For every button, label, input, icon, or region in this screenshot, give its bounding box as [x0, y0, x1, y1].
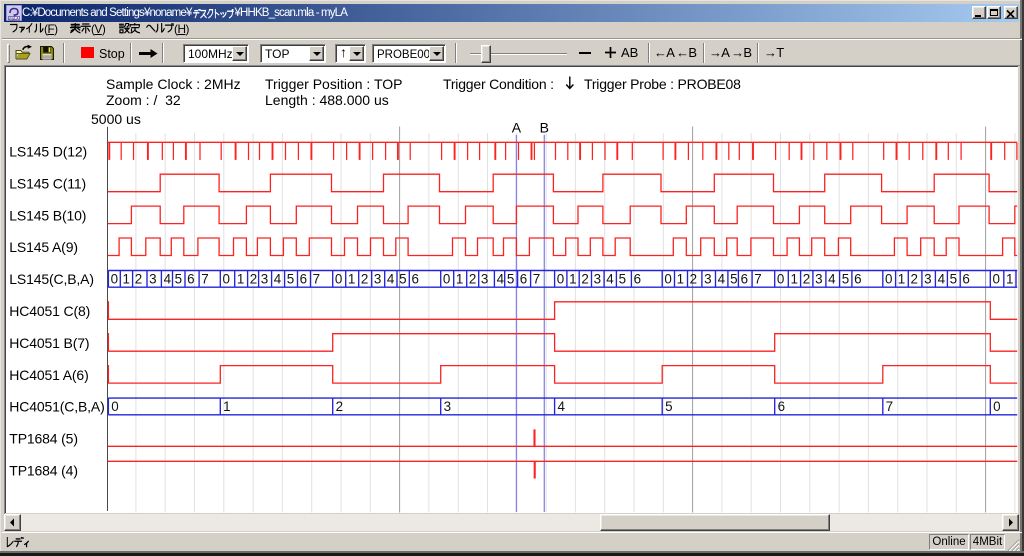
svg-text:3: 3 [815, 272, 822, 287]
svg-text:7: 7 [313, 272, 320, 287]
svg-text:6: 6 [411, 272, 418, 287]
svg-text:0: 0 [993, 399, 1000, 414]
svg-text:0: 0 [111, 272, 118, 287]
svg-text:5: 5 [287, 272, 294, 287]
svg-text:3: 3 [444, 399, 451, 414]
svg-text:TP1684 (5): TP1684 (5) [9, 431, 78, 447]
svg-text:5: 5 [619, 272, 626, 287]
svg-text:6: 6 [778, 399, 785, 414]
svg-text:3: 3 [924, 272, 931, 287]
svg-text:4: 4 [557, 399, 565, 414]
svg-text:3: 3 [374, 272, 381, 287]
svg-text:2: 2 [250, 272, 257, 287]
svg-text:6: 6 [741, 272, 748, 287]
svg-text:1: 1 [237, 272, 244, 287]
svg-text:3: 3 [704, 272, 711, 287]
svg-text:B: B [540, 120, 549, 136]
svg-text:4: 4 [274, 272, 282, 287]
svg-text:1: 1 [348, 272, 355, 287]
svg-text:LS145 B(10): LS145 B(10) [9, 207, 86, 223]
svg-text:5: 5 [399, 272, 406, 287]
svg-text:0: 0 [335, 272, 342, 287]
svg-text:7: 7 [533, 272, 540, 287]
svg-text:5: 5 [507, 272, 514, 287]
svg-text:0: 0 [443, 272, 450, 287]
svg-text:0: 0 [222, 272, 229, 287]
svg-text:0: 0 [111, 399, 118, 414]
svg-text:1: 1 [569, 272, 576, 287]
svg-text:2: 2 [581, 272, 588, 287]
svg-text:7: 7 [754, 272, 761, 287]
svg-text:LS145 D(12): LS145 D(12) [9, 144, 87, 160]
svg-text:HC4051 C(8): HC4051 C(8) [9, 303, 90, 319]
svg-text:A: A [512, 120, 522, 136]
svg-text:1: 1 [790, 272, 797, 287]
svg-text:3: 3 [149, 272, 156, 287]
svg-text:HC4051 A(6): HC4051 A(6) [9, 367, 88, 383]
svg-text:0: 0 [992, 272, 999, 287]
svg-text:4: 4 [828, 272, 836, 287]
svg-text:4: 4 [718, 272, 726, 287]
svg-text:7: 7 [886, 399, 893, 414]
svg-text:HC4051(C,B,A): HC4051(C,B,A) [9, 399, 104, 415]
svg-text:LS145 A(9): LS145 A(9) [9, 239, 78, 255]
svg-text:5: 5 [175, 272, 182, 287]
svg-text:1: 1 [122, 272, 129, 287]
svg-text:6: 6 [187, 272, 194, 287]
svg-text:0: 0 [885, 272, 892, 287]
svg-text:5: 5 [950, 272, 957, 287]
svg-text:1: 1 [677, 272, 684, 287]
svg-text:4: 4 [164, 272, 172, 287]
svg-text:3: 3 [594, 272, 601, 287]
svg-text:LS145 C(11): LS145 C(11) [9, 175, 86, 191]
svg-text:0: 0 [664, 272, 671, 287]
svg-text:6: 6 [520, 272, 527, 287]
svg-text:1: 1 [1006, 272, 1013, 287]
svg-text:LS145(C,B,A): LS145(C,B,A) [9, 271, 94, 287]
svg-text:TP1684 (4): TP1684 (4) [9, 463, 78, 479]
svg-text:1: 1 [223, 399, 230, 414]
svg-text:6: 6 [300, 272, 307, 287]
svg-text:6: 6 [854, 272, 861, 287]
svg-text:6: 6 [634, 272, 641, 287]
svg-text:7: 7 [201, 272, 208, 287]
svg-text:4: 4 [606, 272, 614, 287]
svg-text:4: 4 [387, 272, 395, 287]
svg-text:4: 4 [938, 272, 946, 287]
svg-text:0: 0 [557, 272, 564, 287]
svg-text:3: 3 [261, 272, 268, 287]
svg-text:5: 5 [665, 399, 672, 414]
svg-text:2: 2 [135, 272, 142, 287]
svg-text:6: 6 [962, 272, 969, 287]
svg-text:2: 2 [361, 272, 368, 287]
svg-text:0: 0 [777, 272, 784, 287]
svg-text:2: 2 [910, 272, 917, 287]
svg-text:4: 4 [497, 272, 505, 287]
svg-text:2: 2 [336, 399, 343, 414]
svg-text:1: 1 [898, 272, 905, 287]
svg-text:HC4051 B(7): HC4051 B(7) [9, 335, 89, 351]
svg-text:5: 5 [842, 272, 849, 287]
svg-text:2: 2 [803, 272, 810, 287]
svg-text:3: 3 [481, 272, 488, 287]
svg-text:2: 2 [469, 272, 476, 287]
svg-text:2: 2 [690, 272, 697, 287]
svg-text:1: 1 [456, 272, 463, 287]
svg-text:5: 5 [730, 272, 737, 287]
